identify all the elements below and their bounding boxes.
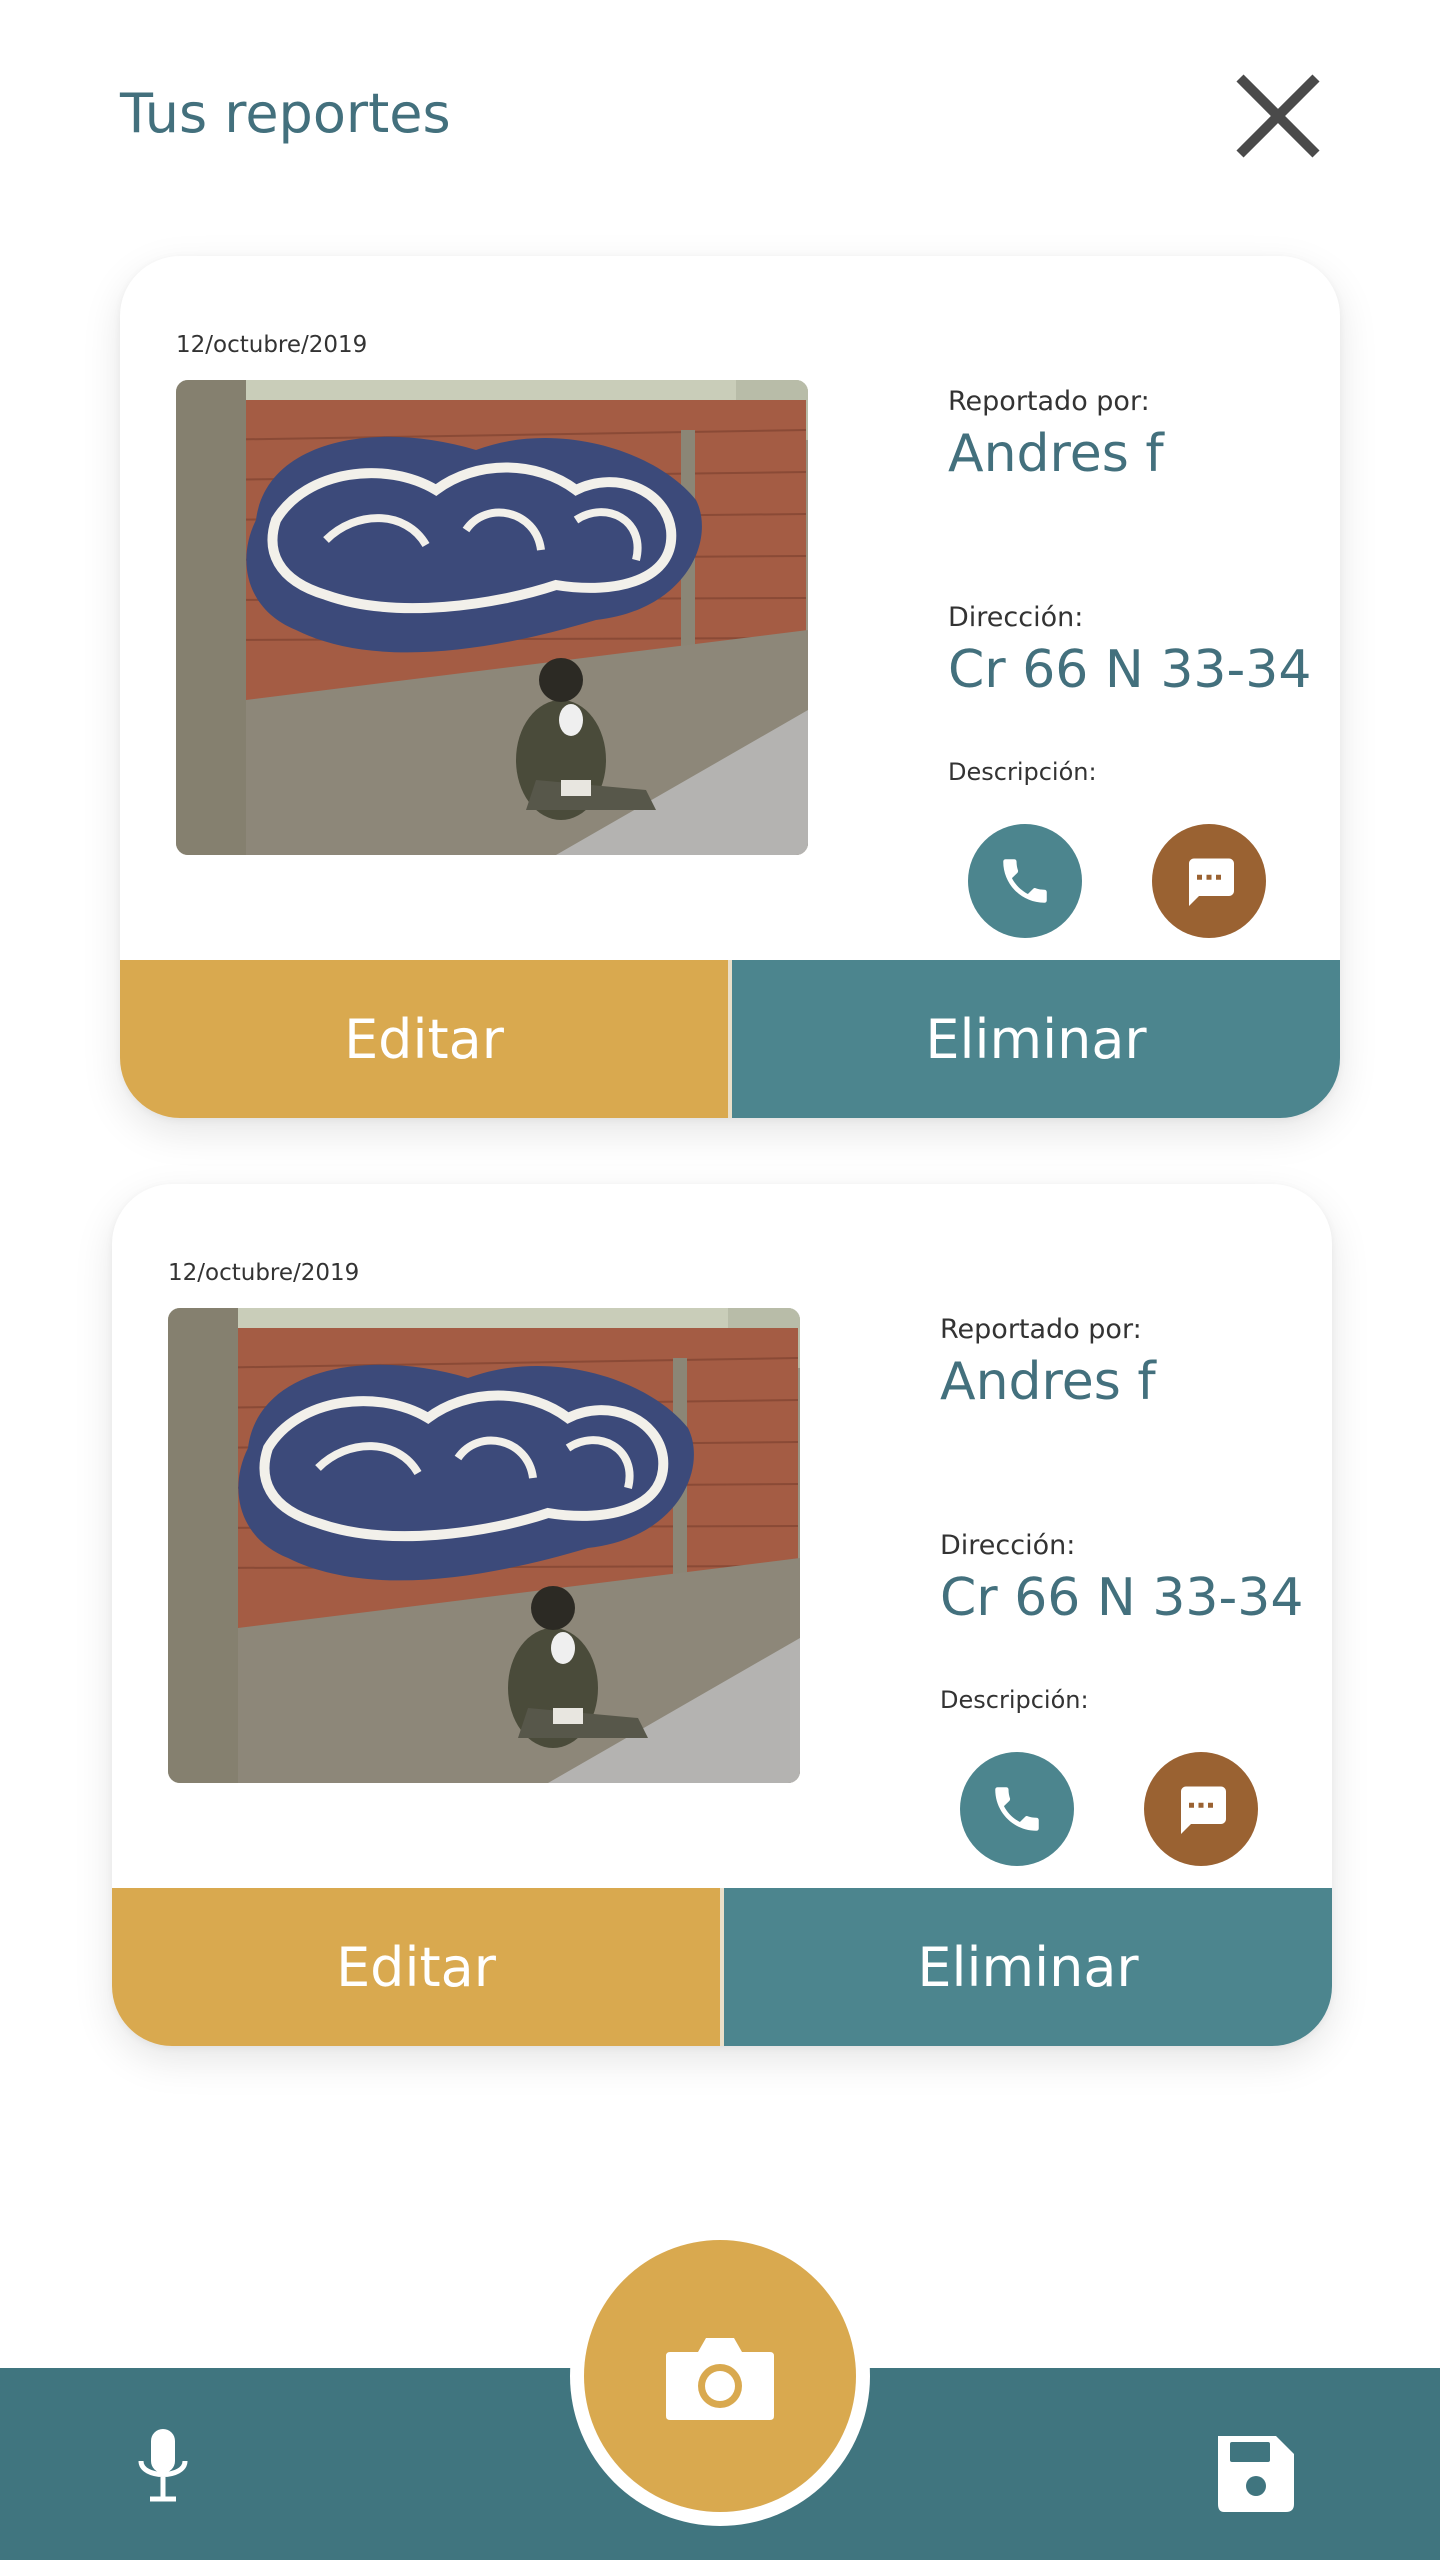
address-label: Dirección:: [940, 1530, 1076, 1561]
delete-button[interactable]: Eliminar: [732, 960, 1340, 1118]
microphone-icon: [138, 2429, 188, 2502]
report-photo: [176, 380, 808, 855]
save-button[interactable]: [1210, 2428, 1300, 2518]
report-card: 12/octubre/2019 Reportado por: Andres f …: [112, 1184, 1332, 2046]
address-value: Cr 66 N 33-34: [940, 1568, 1304, 1628]
phone-icon: [1003, 859, 1047, 903]
reported-by-label: Reportado por:: [948, 386, 1150, 417]
address-value: Cr 66 N 33-34: [948, 640, 1312, 700]
chat-icon: [1189, 858, 1234, 906]
edit-button[interactable]: Editar: [120, 960, 728, 1118]
reported-by-value: Andres f: [940, 1352, 1156, 1412]
description-label: Descripción:: [940, 1686, 1089, 1714]
card-actions: Editar Eliminar: [112, 1888, 1332, 2046]
card-actions: Editar Eliminar: [120, 960, 1340, 1118]
close-icon: [1236, 74, 1320, 158]
reported-by-label: Reportado por:: [940, 1314, 1142, 1345]
chat-icon: [1181, 1786, 1226, 1834]
camera-button[interactable]: [584, 2240, 856, 2512]
camera-icon: [666, 2338, 774, 2420]
delete-button[interactable]: Eliminar: [724, 1888, 1332, 2046]
call-button[interactable]: [960, 1752, 1074, 1866]
message-button[interactable]: [1144, 1752, 1258, 1866]
reported-by-value: Andres f: [948, 424, 1164, 484]
microphone-button[interactable]: [128, 2425, 198, 2505]
close-button[interactable]: [1228, 66, 1328, 166]
report-photo: [168, 1308, 800, 1783]
report-date: 12/octubre/2019: [168, 1260, 360, 1286]
phone-icon: [995, 1787, 1039, 1831]
address-label: Dirección:: [948, 602, 1084, 633]
edit-button[interactable]: Editar: [112, 1888, 720, 2046]
message-button[interactable]: [1152, 824, 1266, 938]
report-date: 12/octubre/2019: [176, 332, 368, 358]
page-title: Tus reportes: [120, 82, 451, 145]
description-label: Descripción:: [948, 758, 1097, 786]
reports-screen: Tus reportes 12/octubre/2019 Reportado p…: [0, 0, 1440, 2560]
call-button[interactable]: [968, 824, 1082, 938]
report-card: 12/octubre/2019 Reportado por: Andres f …: [120, 256, 1340, 1118]
floppy-disk-icon: [1218, 2436, 1294, 2512]
